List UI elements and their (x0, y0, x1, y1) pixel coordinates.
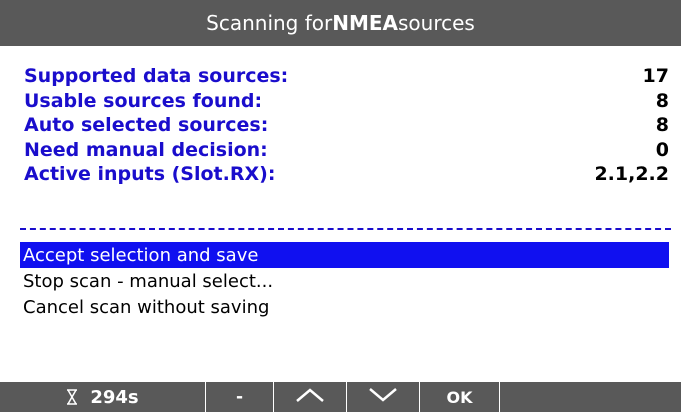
softkey-up[interactable] (274, 382, 347, 412)
stat-row-auto-selected: Auto selected sources: 8 (24, 113, 669, 138)
stat-value: 8 (655, 114, 669, 137)
menu-item-cancel-scan[interactable]: Cancel scan without saving (20, 294, 669, 320)
timer-value: 294s (90, 386, 139, 408)
menu-item-label: Cancel scan without saving (23, 296, 270, 318)
stat-value: 17 (642, 65, 669, 88)
title-bold: NMEA (332, 11, 399, 35)
stat-value: 2.1,2.2 (594, 163, 669, 186)
stat-value: 8 (655, 89, 669, 112)
softkey-minus[interactable]: - (206, 382, 274, 412)
stat-label: Auto selected sources: (24, 114, 269, 137)
chevron-up-icon (295, 387, 325, 408)
menu-item-label: Accept selection and save (23, 244, 259, 266)
title-prefix: Scanning for (206, 11, 333, 35)
source-stats: Supported data sources: 17 Usable source… (24, 64, 669, 187)
softkey-timer[interactable]: 294s (0, 382, 206, 412)
stat-row-supported: Supported data sources: 17 (24, 64, 669, 89)
softkey-down[interactable] (347, 382, 420, 412)
dashed-separator (20, 228, 671, 230)
menu-item-stop-scan[interactable]: Stop scan - manual select... (20, 268, 669, 294)
title-suffix: sources (398, 11, 475, 35)
stat-row-manual-decision: Need manual decision: 0 (24, 138, 669, 163)
softkey-empty[interactable] (500, 382, 681, 412)
stat-value: 0 (655, 138, 669, 161)
menu-item-accept-save[interactable]: Accept selection and save (20, 242, 669, 268)
chevron-down-icon (368, 387, 398, 408)
menu-item-label: Stop scan - manual select... (23, 270, 274, 292)
ok-label: OK (446, 387, 473, 407)
stat-label: Need manual decision: (24, 138, 268, 161)
action-menu: Accept selection and save Stop scan - ma… (20, 242, 669, 320)
stat-row-usable: Usable sources found: 8 (24, 89, 669, 114)
minus-label: - (235, 387, 244, 407)
title-bar: Scanning for NMEA sources (0, 0, 681, 46)
softkey-ok[interactable]: OK (420, 382, 500, 412)
stat-label: Supported data sources: (24, 65, 289, 88)
hourglass-icon (66, 389, 78, 405)
stat-row-active-inputs: Active inputs (Slot.RX): 2.1,2.2 (24, 162, 669, 187)
stat-label: Usable sources found: (24, 89, 263, 112)
softkey-bar: 294s - OK (0, 382, 681, 412)
stat-label: Active inputs (Slot.RX): (24, 163, 276, 186)
